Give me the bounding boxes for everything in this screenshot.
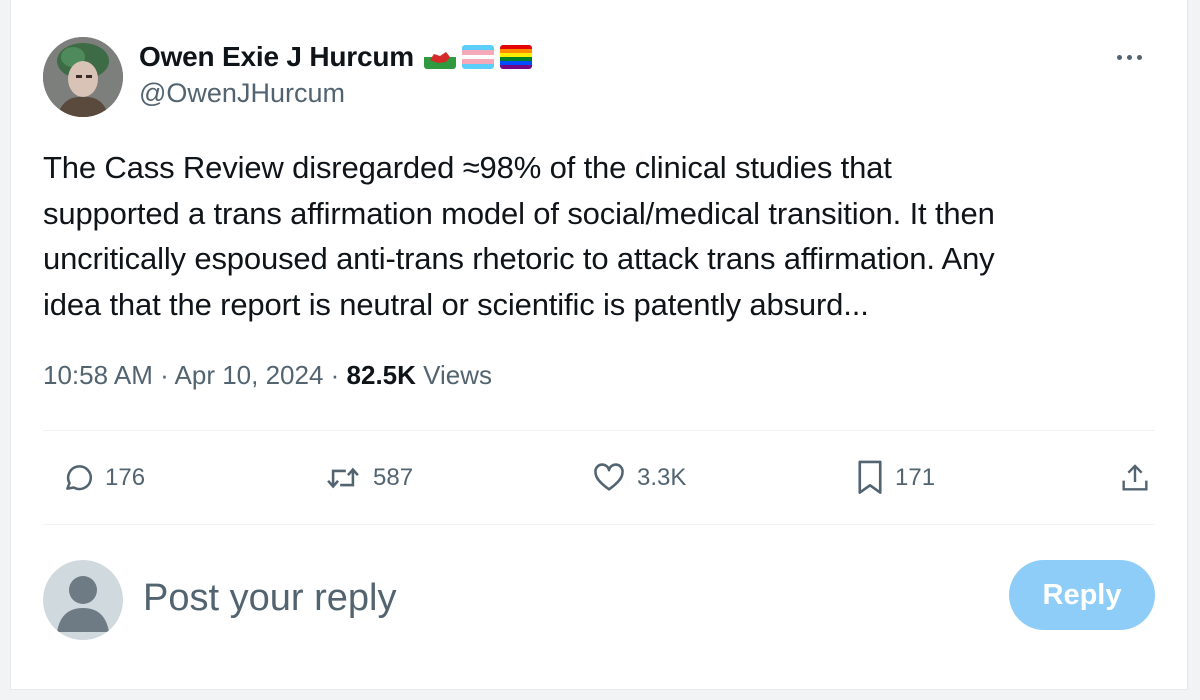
transgender-flag-icon: [461, 45, 494, 69]
repost-count: 587: [373, 464, 414, 491]
reply-count: 176: [105, 464, 146, 491]
rainbow-flag-icon: [499, 45, 532, 69]
bookmark-count: 171: [895, 464, 936, 491]
tweet-card: Owen Exie J Hurcum @OwenJHurcum The Cass…: [10, 0, 1188, 690]
heart-icon: [594, 463, 624, 491]
reply-input[interactable]: [141, 572, 965, 624]
avatar-image: [43, 37, 123, 117]
author-avatar[interactable]: [43, 37, 123, 117]
meta-separator: ·: [152, 360, 175, 390]
reply-composer: Reply: [43, 560, 1155, 640]
default-avatar-icon: [43, 560, 123, 640]
bookmark-icon: [858, 460, 882, 494]
reply-button[interactable]: Reply: [1009, 560, 1155, 630]
author-flags: [423, 45, 532, 69]
wales-flag-icon: [423, 45, 456, 69]
author-handle[interactable]: @OwenJHurcum: [139, 78, 532, 109]
share-icon: [1122, 464, 1148, 491]
divider: [43, 430, 1155, 431]
repost-action-button[interactable]: 587: [323, 432, 413, 524]
like-count: 3.3K: [637, 464, 687, 491]
bookmark-action-button[interactable]: 171: [855, 432, 935, 524]
tweet-date[interactable]: Apr 10, 2024: [175, 360, 324, 390]
views-label: Views: [415, 360, 493, 390]
action-bar: 176 587 3.3K 171: [43, 432, 1155, 524]
meta-separator: ·: [323, 360, 347, 390]
more-options-icon[interactable]: [1111, 45, 1147, 69]
author-name[interactable]: Owen Exie J Hurcum: [139, 41, 414, 73]
tweet-text: The Cass Review disregarded ≈98% of the …: [43, 150, 995, 322]
author-block: Owen Exie J Hurcum @OwenJHurcum: [139, 40, 532, 109]
repost-icon: [327, 467, 359, 489]
share-action-button[interactable]: [1119, 432, 1151, 524]
views-count: 82.5K: [346, 360, 416, 390]
divider: [43, 524, 1155, 525]
reply-icon: [66, 465, 93, 491]
like-action-button[interactable]: 3.3K: [591, 432, 686, 524]
tweet-meta: 10:58 AM · Apr 10, 2024 · 82.5K Views: [43, 360, 492, 391]
reply-action-button[interactable]: 176: [61, 432, 145, 524]
tweet-time[interactable]: 10:58 AM: [43, 360, 153, 390]
